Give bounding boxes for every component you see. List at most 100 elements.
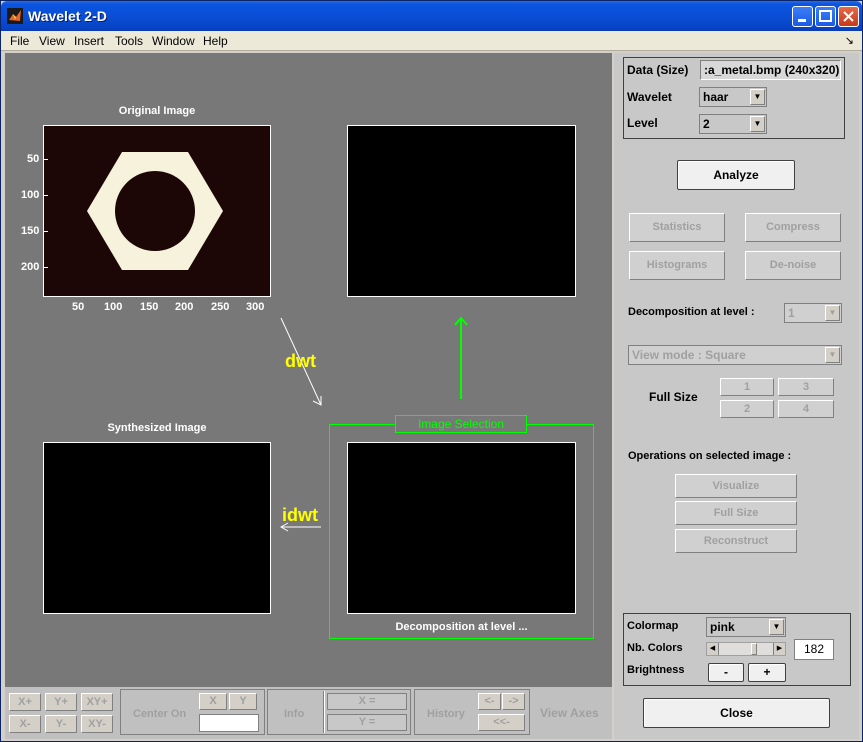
reconstruct-button[interactable]: Reconstruct [675, 529, 797, 553]
full-size-1-button[interactable]: 1 [720, 378, 774, 396]
info-divider [323, 691, 325, 733]
wavelet-value: haar [703, 90, 729, 104]
brightness-label: Brightness [627, 664, 685, 676]
menu-window[interactable]: Window [152, 34, 195, 48]
operations-label: Operations on selected image : [628, 450, 792, 462]
maximize-button[interactable] [815, 6, 836, 27]
level-label: Level [627, 116, 658, 130]
minimize-button[interactable] [792, 6, 813, 27]
slider-right-arrow-icon[interactable]: ▶ [773, 643, 785, 655]
info-y-field: Y = [327, 714, 407, 731]
y-plus-button[interactable]: Y+ [45, 693, 77, 711]
up-arrow-icon [454, 316, 468, 399]
slider-left-arrow-icon[interactable]: ◀ [707, 643, 719, 655]
dwt-label: dwt [285, 351, 316, 371]
ytick-mark [44, 231, 48, 232]
xtick-label: 250 [211, 301, 230, 313]
colormap-label: Colormap [627, 620, 679, 632]
xtick-label: 200 [175, 301, 194, 313]
history-forward-button[interactable]: -> [502, 693, 525, 710]
full-size-4-button[interactable]: 4 [778, 400, 834, 418]
compress-button[interactable]: Compress [745, 213, 841, 242]
nb-colors-label: Nb. Colors [627, 642, 683, 654]
synthesized-image-title: Synthesized Image [107, 422, 207, 434]
chevron-down-icon: ▼ [750, 116, 765, 132]
data-size-field: :a_metal.bmp (240x320) [700, 60, 841, 80]
title-bar[interactable]: Wavelet 2-D [1, 1, 862, 31]
chevron-down-icon: ▼ [750, 89, 765, 105]
view-mode-select[interactable]: View mode : Square ▼ [628, 345, 842, 365]
close-icon [843, 11, 854, 22]
close-button[interactable]: Close [643, 698, 830, 728]
ytick-label: 50 [27, 153, 40, 165]
history-back-button[interactable]: <- [478, 693, 501, 710]
denoise-button[interactable]: De-noise [745, 251, 841, 280]
x-minus-button[interactable]: X- [9, 715, 41, 733]
synthesized-image-plot[interactable] [43, 442, 271, 614]
y-minus-button[interactable]: Y- [45, 715, 77, 733]
level-value: 2 [703, 117, 710, 131]
ytick-mark [44, 267, 48, 268]
dock-arrow-icon[interactable]: ↘ [845, 34, 854, 47]
plot-area: Original Image 50 100 150 200 50 100 150… [5, 53, 612, 687]
bottom-toolbar: X+ Y+ XY+ X- Y- XY- Center On X Y Info X… [5, 687, 612, 739]
histograms-button[interactable]: Histograms [629, 251, 725, 280]
center-on-input[interactable] [199, 714, 259, 732]
xy-plus-button[interactable]: XY+ [81, 693, 113, 711]
chevron-down-icon: ▼ [769, 619, 784, 635]
xy-minus-button[interactable]: XY- [81, 715, 113, 733]
ytick-label: 150 [21, 225, 40, 237]
nb-colors-input[interactable]: 182 [794, 639, 834, 660]
chevron-down-icon: ▼ [825, 305, 840, 321]
history-reset-button[interactable]: <<- [478, 714, 525, 731]
original-image-title: Original Image [118, 105, 196, 117]
center-x-button[interactable]: X [199, 693, 227, 710]
level-select[interactable]: 2 ▼ [699, 114, 767, 134]
matlab-icon [7, 8, 23, 24]
view-axes-button[interactable]: View Axes [540, 706, 599, 720]
statistics-button[interactable]: Statistics [629, 213, 725, 242]
wavelet-label: Wavelet [627, 90, 672, 104]
decomposition-level-label: Decomposition at level : [628, 306, 755, 318]
center-on-label: Center On [133, 708, 187, 720]
menu-file[interactable]: File [10, 34, 29, 48]
nb-colors-slider[interactable]: ◀ ▶ [706, 642, 786, 656]
menu-help[interactable]: Help [203, 34, 228, 48]
original-image-plot[interactable] [43, 125, 271, 297]
menu-tools[interactable]: Tools [115, 34, 143, 48]
data-size-label: Data (Size) [627, 63, 689, 77]
full-size-button[interactable]: Full Size [675, 501, 797, 525]
full-size-2-button[interactable]: 2 [720, 400, 774, 418]
menu-bar: File View Insert Tools Window Help ↘ [1, 31, 862, 51]
approximation-plot[interactable] [347, 125, 576, 297]
decomposition-plot[interactable] [347, 442, 576, 614]
x-plus-button[interactable]: X+ [9, 693, 41, 711]
brightness-minus-button[interactable]: - [708, 663, 744, 682]
slider-thumb[interactable] [751, 643, 757, 655]
brightness-plus-button[interactable]: + [748, 663, 786, 682]
ytick-label: 100 [21, 189, 40, 201]
history-label: History [427, 708, 465, 720]
chevron-down-icon: ▼ [825, 347, 840, 363]
analyze-button[interactable]: Analyze [677, 160, 795, 190]
decomposition-level-value: 1 [788, 306, 795, 320]
view-mode-value: View mode : Square [632, 348, 746, 362]
menu-view[interactable]: View [39, 34, 65, 48]
maximize-icon [819, 10, 832, 22]
colormap-select[interactable]: pink ▼ [706, 617, 786, 637]
full-size-label: Full Size [649, 390, 698, 404]
xtick-label: 100 [104, 301, 123, 313]
ytick-label: 200 [21, 261, 40, 273]
center-y-button[interactable]: Y [229, 693, 257, 710]
idwt-arrow-icon [279, 522, 321, 532]
minimize-icon [798, 19, 806, 22]
close-window-button[interactable] [838, 6, 859, 27]
control-panel: Data (Size) :a_metal.bmp (240x320) Wavel… [614, 53, 859, 739]
menu-insert[interactable]: Insert [74, 34, 104, 48]
wavelet-select[interactable]: haar ▼ [699, 87, 767, 107]
decomposition-caption: Decomposition at level ... [395, 621, 528, 633]
visualize-button[interactable]: Visualize [675, 474, 797, 498]
decomposition-level-select[interactable]: 1 ▼ [784, 303, 842, 323]
colormap-value: pink [710, 620, 735, 634]
full-size-3-button[interactable]: 3 [778, 378, 834, 396]
